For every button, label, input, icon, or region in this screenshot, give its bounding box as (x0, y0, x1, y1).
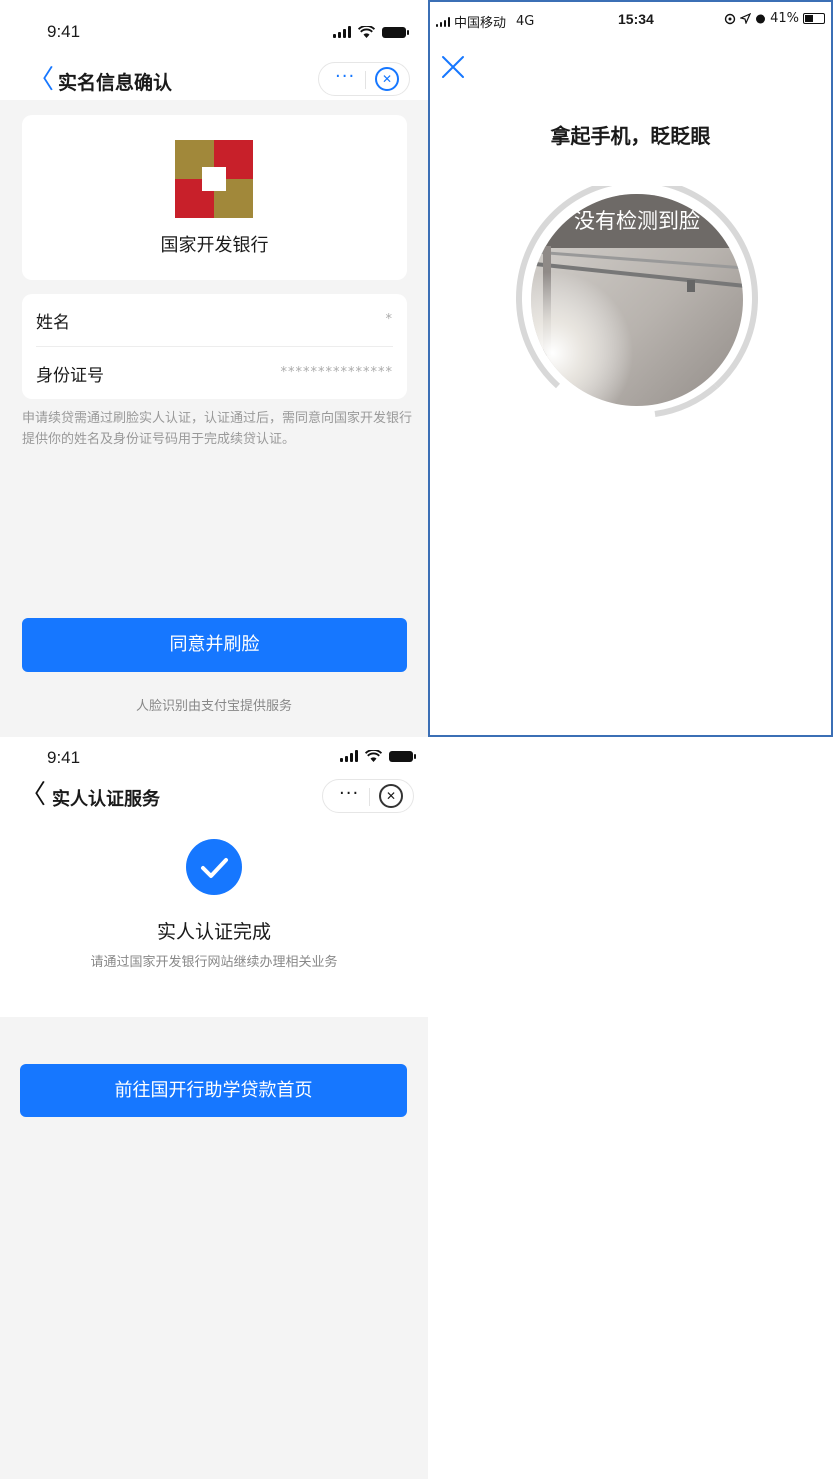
page-title: 实名信息确认 (58, 72, 173, 94)
service-provider-note: 人脸识别由支付宝提供服务 (135, 699, 292, 714)
lock-rotation-icon (724, 13, 736, 24)
status-time: 9:41 (47, 748, 81, 767)
nav-bar: 〈 实人认证服务 ··· ✕ (0, 777, 428, 817)
mini-program-capsule: ··· ✕ (322, 779, 414, 813)
success-subtitle: 请通过国家开发银行网站继续办理相关业务 (90, 955, 338, 970)
nav-bar: 〈 实名信息确认 ··· ✕ (0, 62, 428, 100)
bank-card: 国家开发银行 (22, 115, 407, 280)
name-row: 姓名 * (36, 294, 393, 346)
page-title: 实人认证服务 (52, 789, 160, 810)
no-face-detected-hint: 没有检测到脸 (574, 209, 700, 233)
battery-icon (389, 750, 416, 762)
status-bar: 中国移动 4G 15:34 41% (430, 2, 831, 40)
more-button[interactable]: ··· (335, 66, 355, 87)
system-icons (333, 26, 409, 38)
success-check-icon (186, 839, 242, 895)
battery-percent: 41% (770, 11, 799, 26)
wifi-icon (358, 26, 375, 38)
more-button[interactable]: ··· (339, 783, 359, 804)
bank-logo-icon (175, 140, 253, 218)
wifi-icon (365, 750, 382, 762)
consent-notice: 申请续贷需通过刷脸实人认证，认证通过后，需同意向国家开发银行提供你的姓名及身份证… (22, 411, 413, 447)
capsule-divider (369, 788, 370, 806)
network-type: 4G (516, 14, 535, 29)
bank-name: 国家开发银行 (160, 235, 269, 256)
identity-info-card: 姓名 * 身份证号 *************** (22, 294, 407, 399)
back-chevron-icon[interactable]: 〈 (20, 781, 46, 809)
name-value: * (385, 312, 393, 327)
location-icon (740, 13, 752, 24)
system-icons (340, 750, 416, 762)
id-number-label: 身份证号 (36, 366, 104, 386)
signal-icon (340, 750, 358, 762)
alarm-icon (756, 14, 766, 24)
signal-icon (333, 26, 351, 38)
carrier-info: 中国移动 4G (436, 12, 534, 31)
status-time: 15:34 (618, 11, 654, 27)
close-icon[interactable] (440, 54, 466, 80)
id-number-row: 身份证号 *************** (36, 347, 393, 399)
panel-face-scan: 中国移动 4G 15:34 41% 拿起手机，眨眨眼 没有检测到脸 (428, 0, 833, 737)
instruction-title: 拿起手机，眨眨眼 (550, 124, 711, 148)
go-to-loan-homepage-button[interactable]: 前往国开行助学贷款首页 (20, 1064, 407, 1117)
mini-program-capsule: ··· ✕ (318, 62, 410, 96)
capsule-divider (365, 71, 366, 89)
status-indicators: 41% (724, 11, 825, 26)
battery-icon (803, 13, 825, 24)
success-section: 实人认证完成 请通过国家开发银行网站继续办理相关业务 (0, 817, 428, 1017)
close-icon[interactable]: ✕ (379, 784, 403, 808)
carrier-name: 中国移动 (454, 16, 507, 31)
battery-icon (382, 26, 409, 38)
status-bar: 9:41 (0, 737, 428, 777)
panel-auth-complete: 9:41 〈 实人认证服务 ··· ✕ 实人认证完成 请通过国家开发银行网站继续… (0, 737, 428, 1479)
name-label: 姓名 (36, 313, 70, 333)
blank-area (428, 737, 833, 1479)
status-bar: 9:41 (0, 0, 428, 62)
back-chevron-icon[interactable]: 〈 (28, 66, 54, 94)
panel-real-name-confirm: 9:41 〈 实名信息确认 ··· ✕ 国家开发银行 姓名 * 身份证号 ***… (0, 0, 428, 737)
signal-icon (436, 16, 450, 27)
agree-and-scan-face-button[interactable]: 同意并刷脸 (22, 618, 407, 672)
id-number-value: *************** (280, 365, 393, 380)
close-icon[interactable]: ✕ (375, 67, 399, 91)
success-title: 实人认证完成 (156, 921, 271, 943)
status-time: 9:41 (47, 22, 81, 41)
